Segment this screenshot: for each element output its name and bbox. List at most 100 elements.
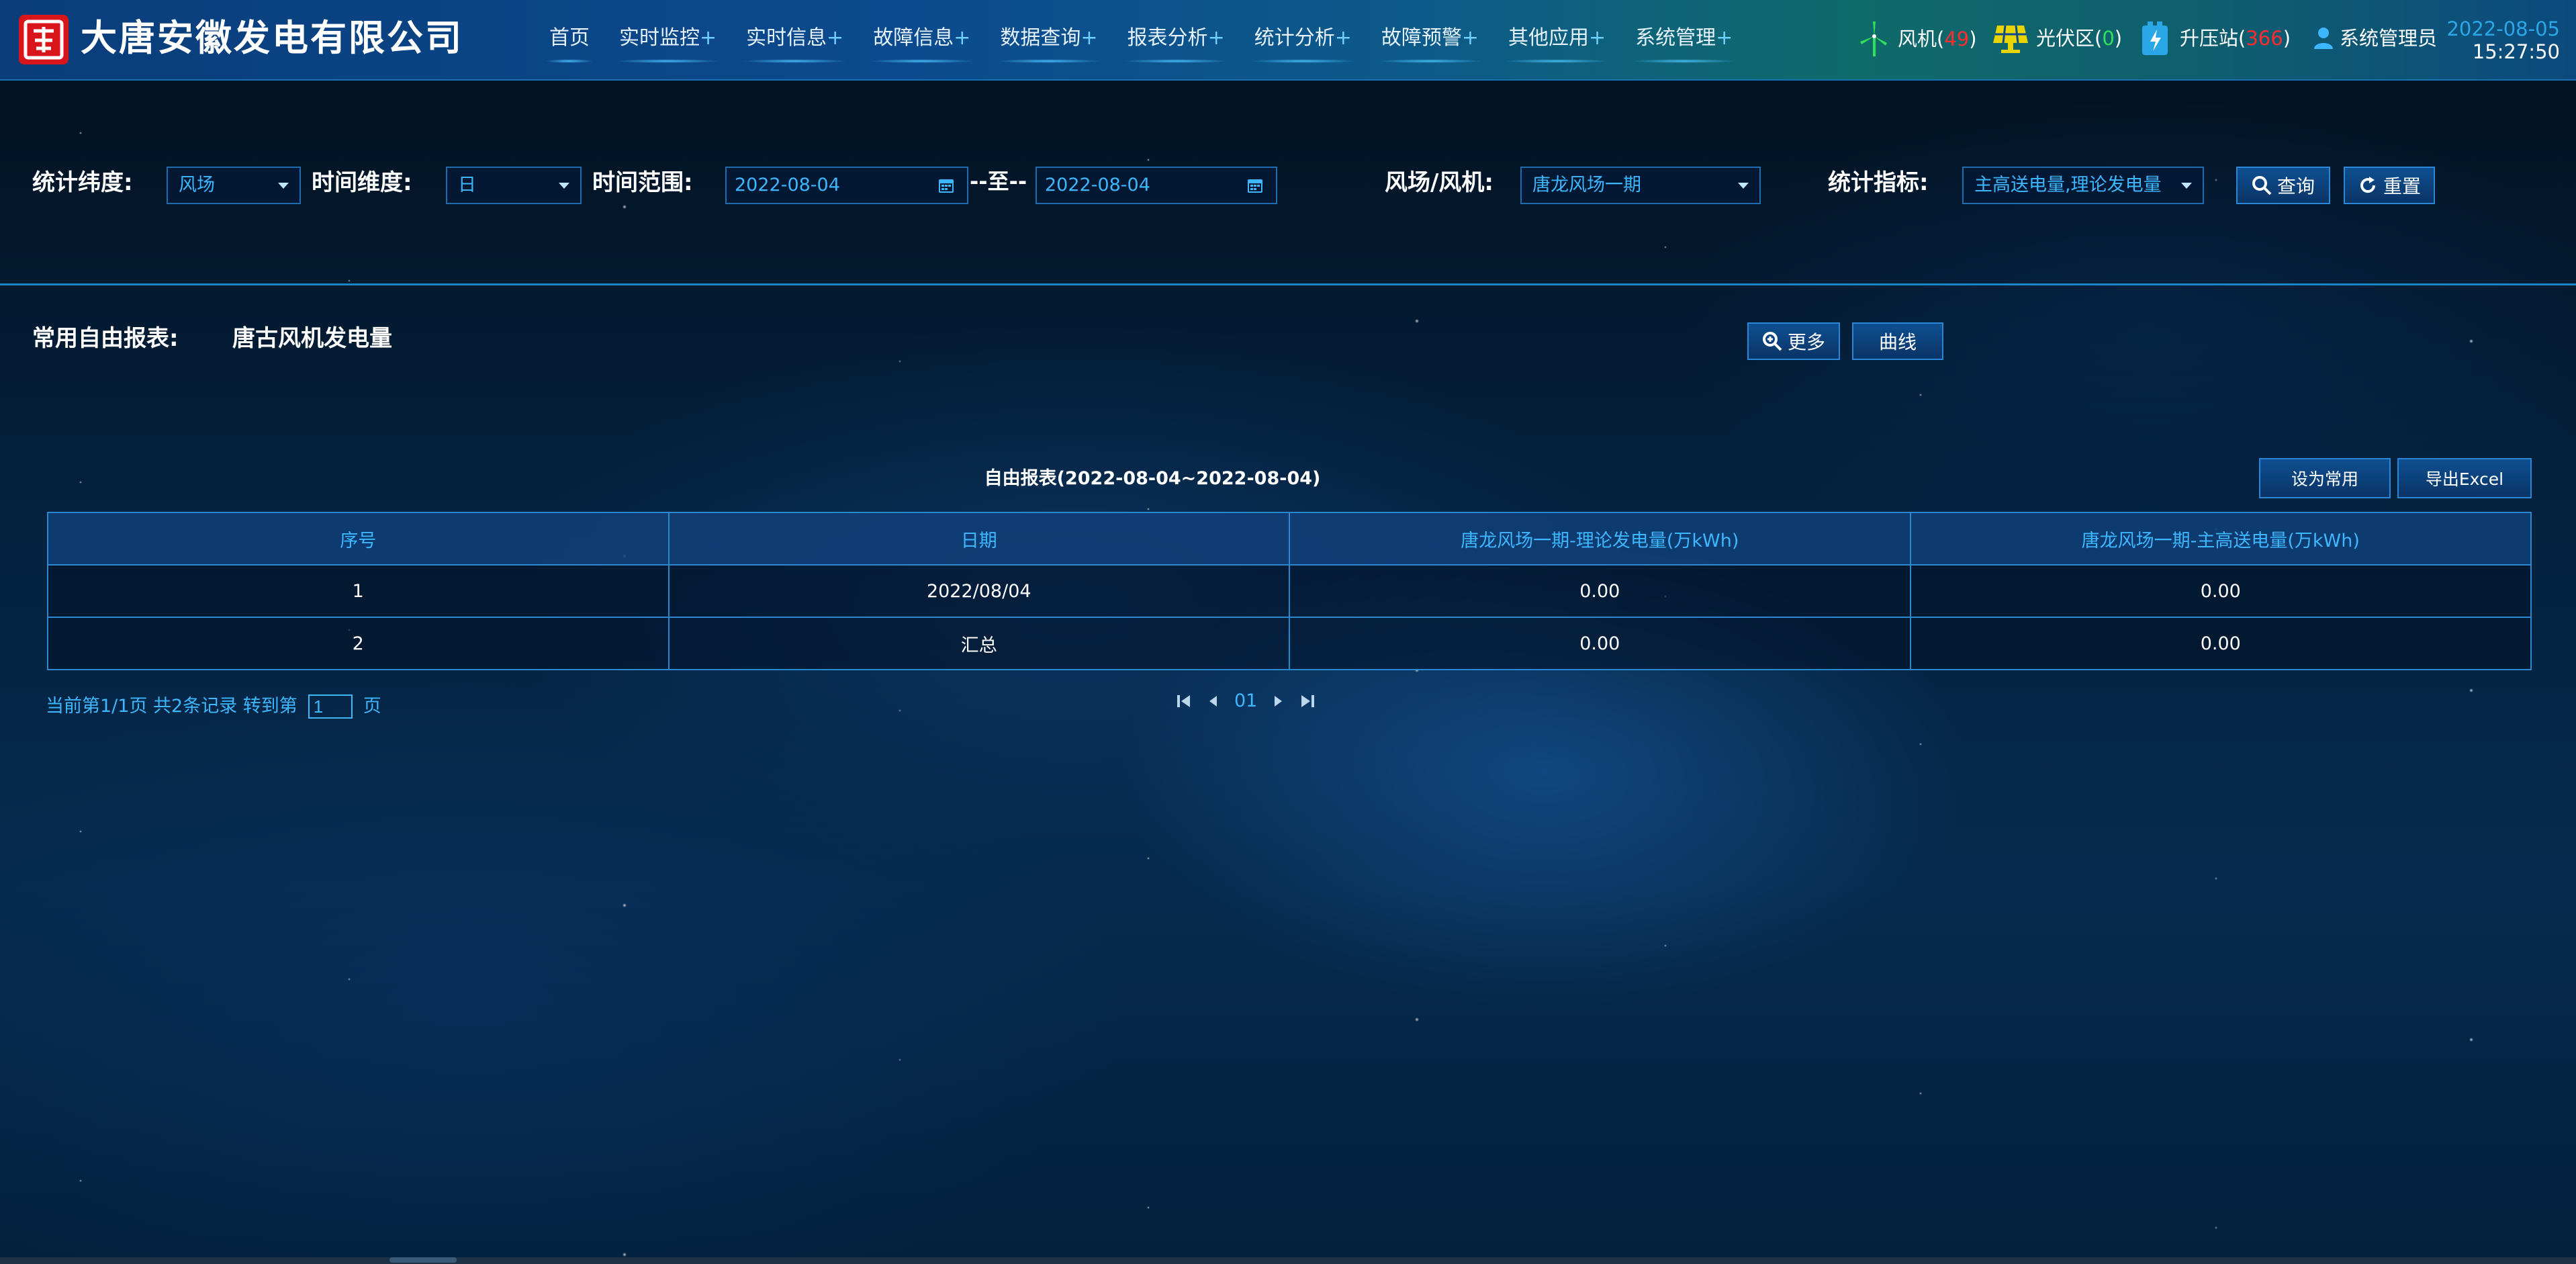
nav-expand-icon: + — [1334, 26, 1352, 50]
column-header: 序号 — [47, 512, 670, 566]
pv-area-status[interactable]: 光伏区(0) — [1992, 20, 2122, 56]
metric-select[interactable]: 主高送电量,理论发电量 — [1962, 167, 2204, 204]
user-icon — [2314, 28, 2333, 49]
zoom-icon — [1762, 332, 1782, 351]
substation-status[interactable]: 升压站(366) — [2140, 20, 2291, 56]
more-button-label: 更多 — [1787, 331, 1825, 353]
column-header: 唐龙风场一期-理论发电量(万kWh) — [1289, 512, 1911, 566]
table-cell: 1 — [47, 564, 670, 618]
table-header-row: 序号 日期 唐龙风场一期-理论发电量(万kWh) 唐龙风场一期-主高送电量(万k… — [47, 512, 2532, 566]
top-navigation-bar: 大唐安徽发电有限公司 首页 实时监控+ 实时信息+ 故障信息+ 数据查询+ 报表… — [0, 0, 2576, 81]
metric-label: 统计指标: — [1828, 169, 1929, 196]
table-cell: 汇总 — [668, 617, 1290, 670]
substation-label: 升压站( — [2180, 27, 2246, 50]
table-row: 1 2022/08/04 0.00 0.00 — [47, 564, 2532, 618]
nav-home[interactable]: 首页 — [545, 20, 594, 63]
nav-expand-icon: + — [954, 26, 971, 50]
wind-turbine-status[interactable]: 风机(49) — [1857, 20, 1977, 58]
nav-realtime-info[interactable]: 实时信息+ — [742, 20, 848, 63]
time-range-label: 时间范围: — [592, 169, 693, 196]
nav-expand-icon: + — [1716, 26, 1733, 50]
query-button[interactable]: 查询 — [2236, 167, 2330, 204]
calendar-icon[interactable] — [1246, 177, 1264, 194]
start-date-input[interactable]: 2022-08-04 — [725, 167, 968, 204]
select-value: 日 — [458, 175, 476, 195]
select-value: 风场 — [179, 175, 215, 195]
nav-label: 故障信息 — [873, 26, 954, 50]
farm-turbine-select[interactable]: 唐龙风场一期 — [1520, 167, 1761, 204]
start-date-value: 2022-08-04 — [735, 175, 840, 195]
goto-page-input[interactable] — [308, 694, 353, 719]
nav-data-query[interactable]: 数据查询+ — [996, 20, 1102, 63]
wind-turbine-count: 49 — [1944, 28, 1970, 50]
nav-label: 统计分析 — [1254, 26, 1335, 50]
more-button[interactable]: 更多 — [1747, 322, 1840, 360]
nav-label: 实时信息 — [746, 26, 827, 50]
main-nav: 首页 实时监控+ 实时信息+ 故障信息+ 数据查询+ 报表分析+ 统计分析+ 故… — [545, 20, 1762, 63]
starfield-background — [0, 79, 2576, 1264]
nav-statistics[interactable]: 统计分析+ — [1250, 20, 1356, 63]
nav-other-apps[interactable]: 其他应用+ — [1504, 20, 1610, 63]
user-menu[interactable]: 系统管理员 — [2313, 20, 2437, 56]
nav-report-analysis[interactable]: 报表分析+ — [1123, 20, 1229, 63]
nav-expand-icon: + — [700, 26, 717, 50]
nav-fault-info[interactable]: 故障信息+ — [869, 20, 975, 63]
end-date-input[interactable]: 2022-08-04 — [1036, 167, 1277, 204]
reset-button[interactable]: 重置 — [2344, 167, 2435, 204]
nav-expand-icon: + — [1461, 26, 1479, 50]
paren: ) — [1969, 28, 1977, 50]
common-report-link[interactable]: 唐古风机发电量 — [232, 320, 392, 357]
nav-label: 系统管理 — [1635, 26, 1716, 50]
table-cell: 2022/08/04 — [668, 564, 1290, 618]
reset-button-label: 重置 — [2383, 175, 2421, 197]
calendar-icon[interactable] — [937, 177, 955, 194]
stat-dimension-select[interactable]: 风场 — [167, 167, 301, 204]
farm-turbine-label: 风场/风机: — [1385, 169, 1494, 196]
substation-icon — [2142, 21, 2168, 55]
end-date-value: 2022-08-04 — [1045, 175, 1150, 195]
nav-fault-warning[interactable]: 故障预警+ — [1377, 20, 1483, 63]
clock: 2022-08-05 15:27:50 — [2446, 17, 2560, 63]
curve-button-label: 曲线 — [1878, 331, 1917, 353]
substation-count: 366 — [2246, 27, 2283, 50]
query-button-label: 查询 — [2276, 175, 2315, 197]
first-page-icon[interactable] — [1175, 692, 1193, 710]
logo-icon — [19, 15, 68, 64]
last-page-icon[interactable] — [1299, 692, 1316, 710]
chevron-down-icon — [1738, 183, 1749, 189]
solar-panel-icon — [1993, 25, 2028, 53]
nav-label: 首页 — [549, 26, 590, 50]
curve-button[interactable]: 曲线 — [1852, 322, 1943, 360]
nav-expand-icon: + — [1080, 26, 1098, 50]
set-common-button[interactable]: 设为常用 — [2259, 458, 2391, 498]
select-value: 唐龙风场一期 — [1532, 175, 1641, 195]
table-cell: 2 — [47, 617, 670, 670]
select-value: 主高送电量,理论发电量 — [1974, 175, 2162, 195]
nav-label: 数据查询 — [1000, 26, 1081, 50]
nav-system-admin[interactable]: 系统管理+ — [1631, 20, 1737, 63]
next-page-icon[interactable] — [1271, 692, 1285, 710]
time-dimension-select[interactable]: 日 — [446, 167, 582, 204]
nav-label: 报表分析 — [1127, 26, 1208, 50]
prev-page-icon[interactable] — [1206, 692, 1221, 710]
nav-expand-icon: + — [1207, 26, 1225, 50]
export-excel-button[interactable]: 导出Excel — [2397, 458, 2532, 498]
chevron-down-icon — [559, 183, 569, 189]
range-separator: --至-- — [970, 169, 1027, 194]
pager-suffix: 页 — [363, 696, 381, 717]
stat-dimension-label: 统计纬度: — [32, 169, 133, 196]
scrollbar-thumb[interactable] — [389, 1257, 457, 1263]
table-cell: 0.00 — [1289, 564, 1911, 618]
table-cell: 0.00 — [1909, 617, 2532, 670]
pager-nav: 01 — [1168, 690, 1323, 711]
export-excel-label: 导出Excel — [2425, 469, 2504, 489]
pv-area-label: 光伏区( — [2036, 27, 2103, 50]
user-name: 系统管理员 — [2340, 27, 2438, 50]
table-row: 2 汇总 0.00 0.00 — [47, 617, 2532, 670]
report-title: 自由报表(2022-08-04~2022-08-04) — [984, 468, 1321, 489]
chevron-down-icon — [278, 183, 289, 189]
refresh-icon — [2360, 177, 2375, 193]
horizontal-scrollbar[interactable] — [0, 1257, 2576, 1264]
nav-realtime-monitor[interactable]: 实时监控+ — [614, 20, 721, 63]
pv-area-count: 0 — [2102, 27, 2115, 50]
